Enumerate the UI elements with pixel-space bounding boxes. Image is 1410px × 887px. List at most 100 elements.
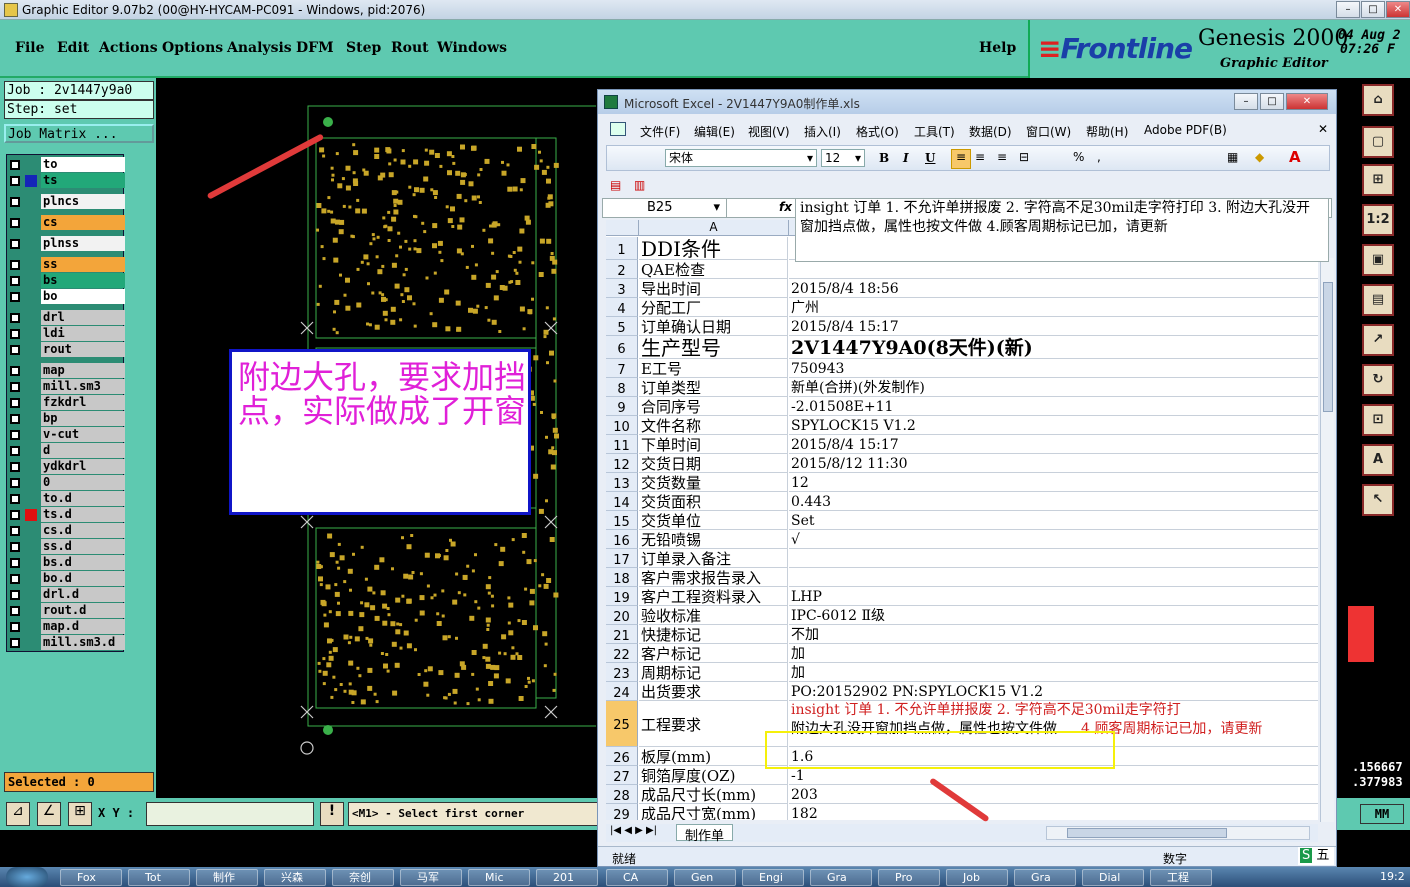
row-header[interactable]: 17 (606, 549, 638, 568)
cell-label[interactable]: 交货面积 (639, 492, 788, 511)
layer-row[interactable]: drl.d (7, 587, 125, 603)
layer-row[interactable]: bs (7, 273, 125, 289)
row-header[interactable]: 22 (606, 644, 638, 663)
excel-menu-pdf[interactable]: Adobe PDF(B) (1144, 123, 1227, 137)
taskbar-item[interactable]: Engi (742, 869, 804, 886)
start-button[interactable] (6, 867, 48, 887)
zoom-tool-icon[interactable]: 1:2 (1362, 204, 1394, 236)
layer-name[interactable]: bp (41, 411, 125, 426)
ruler-tool-icon[interactable]: ▤ (1362, 284, 1394, 316)
layer-row[interactable]: ts.d (7, 507, 125, 523)
row-header[interactable]: 21 (606, 625, 638, 644)
layer-checkbox[interactable] (10, 313, 20, 323)
layer-name[interactable]: mill.sm3.d (41, 635, 125, 650)
cell-label[interactable]: 周期标记 (639, 663, 788, 682)
cell-label[interactable]: E工号 (639, 359, 788, 378)
minimize-button[interactable]: – (1336, 1, 1360, 18)
angle-icon[interactable]: ∠ (37, 802, 61, 826)
row-header[interactable]: 27 (606, 766, 638, 785)
layer-checkbox[interactable] (10, 260, 20, 270)
layer-row[interactable]: to.d (7, 491, 125, 507)
excel-minimize-button[interactable]: – (1234, 93, 1258, 110)
layer-checkbox[interactable] (10, 218, 20, 228)
cell-value[interactable]: 2V1447Y9A0(8天件)(新) (789, 336, 1318, 359)
cell-label[interactable]: 无铅喷锡 (639, 530, 788, 549)
layer-name[interactable]: ts (41, 173, 125, 188)
taskbar-item[interactable]: 马军 (400, 869, 462, 886)
excel-menu-tools[interactable]: 工具(T) (914, 123, 955, 140)
layer-checkbox[interactable] (10, 414, 20, 424)
menu-analysis[interactable]: Analysis (227, 40, 292, 56)
layer-checkbox[interactable] (10, 574, 20, 584)
layer-row[interactable]: 0 (7, 475, 125, 491)
row-header[interactable]: 15 (606, 511, 638, 530)
excel-menu-file[interactable]: 文件(F) (640, 123, 680, 140)
cell-value[interactable]: SPYLOCK15 V1.2 (789, 416, 1318, 435)
cell-value[interactable]: PO:20152902 PN:SPYLOCK15 V1.2 (789, 682, 1318, 701)
border-icon[interactable]: ▦ (1227, 150, 1238, 164)
layer-name[interactable]: map (41, 363, 125, 378)
row-header[interactable]: 11 (606, 435, 638, 454)
layer-checkbox[interactable] (10, 606, 20, 616)
pdf-convert-icon[interactable]: ▥ (634, 178, 645, 192)
vertical-scrollbar[interactable] (1320, 258, 1334, 822)
layer-name[interactable]: rout (41, 342, 125, 357)
layer-checkbox[interactable] (10, 197, 20, 207)
layer-checkbox[interactable] (10, 382, 20, 392)
excel-menu-help[interactable]: 帮助(H) (1086, 123, 1128, 140)
menu-edit[interactable]: Edit (57, 40, 89, 56)
cell-value[interactable]: 182 (789, 804, 1318, 820)
font-select[interactable]: 宋体 ▾ (665, 149, 817, 167)
percent-icon[interactable]: % (1073, 150, 1084, 164)
layer-name[interactable]: to (41, 157, 125, 172)
taskbar-item[interactable]: Gra (810, 869, 872, 886)
row-header[interactable]: 9 (606, 397, 638, 416)
layer-row[interactable]: bs.d (7, 555, 125, 571)
row-header[interactable]: 1 (606, 237, 638, 260)
taskbar-item[interactable]: 兴森 (264, 869, 326, 886)
row-header[interactable]: 18 (606, 568, 638, 587)
row-header[interactable]: 24 (606, 682, 638, 701)
layer-checkbox[interactable] (10, 276, 20, 286)
row-header[interactable]: 28 (606, 785, 638, 804)
fit-tool-icon[interactable]: ⊡ (1362, 404, 1394, 436)
cell-value[interactable]: LHP (789, 587, 1318, 606)
layer-row[interactable]: d (7, 443, 125, 459)
excel-menu-edit[interactable]: 编辑(E) (694, 123, 735, 140)
taskbar-item[interactable]: 奈创 (332, 869, 394, 886)
layer-checkbox[interactable] (10, 329, 20, 339)
layer-checkbox[interactable] (10, 176, 20, 186)
layer-name[interactable]: ldi (41, 326, 125, 341)
layer-row[interactable]: plnss (7, 236, 125, 252)
menu-windows[interactable]: Windows (437, 40, 507, 56)
comma-icon[interactable]: , (1097, 150, 1101, 164)
taskbar-item[interactable]: Mic (468, 869, 530, 886)
font-color-icon[interactable]: A (1289, 148, 1301, 166)
layer-row[interactable]: ts (7, 173, 125, 189)
layer-checkbox[interactable] (10, 446, 20, 456)
cell-label[interactable]: 生产型号 (639, 336, 788, 359)
layer-name[interactable]: 0 (41, 475, 125, 490)
underline-icon[interactable]: U (925, 151, 935, 165)
layer-name[interactable]: ss.d (41, 539, 125, 554)
units-button[interactable]: MM (1360, 804, 1404, 824)
close-button[interactable]: ✕ (1386, 1, 1410, 18)
row-header[interactable]: 26 (606, 747, 638, 766)
layer-row[interactable]: mill.sm3.d (7, 635, 125, 651)
cell-label[interactable]: 交货数量 (639, 473, 788, 492)
corner-select[interactable] (606, 220, 639, 236)
cell-value[interactable]: 12 (789, 473, 1318, 492)
ime-bar[interactable]: S 五 (1298, 847, 1334, 865)
layer-checkbox[interactable] (10, 345, 20, 355)
pdf-icon[interactable]: ▤ (610, 178, 621, 192)
taskbar-item[interactable]: Fox (60, 869, 122, 886)
job-matrix-button[interactable]: Job Matrix ... (4, 124, 154, 143)
row-header[interactable]: 29 (606, 804, 638, 820)
layer-row[interactable]: bp (7, 411, 125, 427)
taskbar-item[interactable]: 201 (536, 869, 598, 886)
row-header[interactable]: 7 (606, 359, 638, 378)
row-header[interactable]: 16 (606, 530, 638, 549)
layer-checkbox[interactable] (10, 622, 20, 632)
cell-value[interactable]: 加 (789, 644, 1318, 663)
size-select[interactable]: 12 ▾ (821, 149, 865, 167)
